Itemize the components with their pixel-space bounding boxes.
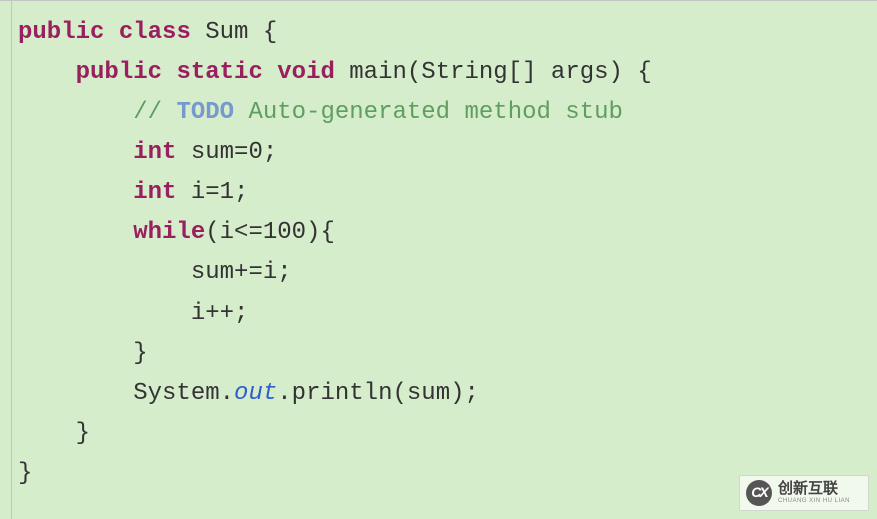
watermark-text: 创新互联 CHUANG XIN HU LIAN: [778, 481, 850, 504]
code-line: public class Sum {: [18, 13, 877, 53]
watermark-sub-text: CHUANG XIN HU LIAN: [778, 498, 850, 505]
code-line: }: [18, 334, 877, 374]
todo-tag: TODO: [176, 99, 234, 126]
keyword-int: int: [133, 139, 176, 166]
code-line: int sum=0;: [18, 133, 877, 173]
line-gutter: [0, 1, 12, 519]
watermark-badge: CX 创新互联 CHUANG XIN HU LIAN: [739, 475, 869, 511]
while-condition: (i<=100){: [205, 219, 335, 246]
class-name: Sum {: [191, 19, 277, 46]
keyword-while: while: [133, 219, 205, 246]
variable-declaration: sum=0;: [176, 139, 277, 166]
keyword-public: public: [18, 19, 104, 46]
code-line: System.out.println(sum);: [18, 374, 877, 414]
method-call: .println(sum);: [277, 380, 479, 407]
keyword-static: static: [176, 59, 262, 86]
keyword-void: void: [277, 59, 335, 86]
comment-marker: //: [133, 99, 176, 126]
variable-declaration: i=1;: [176, 179, 248, 206]
code-line: int i=1;: [18, 173, 877, 213]
method-signature: main(String[] args) {: [335, 59, 652, 86]
comment-text: Auto-generated method stub: [234, 99, 623, 126]
watermark-logo-icon: CX: [746, 480, 772, 506]
code-line: i++;: [18, 294, 877, 334]
code-editor: public class Sum { public static void ma…: [0, 1, 877, 494]
static-field-out: out: [234, 380, 277, 407]
code-line: sum+=i;: [18, 253, 877, 293]
code-line: public static void main(String[] args) {: [18, 53, 877, 93]
keyword-public: public: [76, 59, 162, 86]
keyword-int: int: [133, 179, 176, 206]
code-line: }: [18, 414, 877, 454]
code-line: while(i<=100){: [18, 213, 877, 253]
code-line: // TODO Auto-generated method stub: [18, 93, 877, 133]
watermark-main-text: 创新互联: [778, 481, 850, 498]
keyword-class: class: [119, 19, 191, 46]
